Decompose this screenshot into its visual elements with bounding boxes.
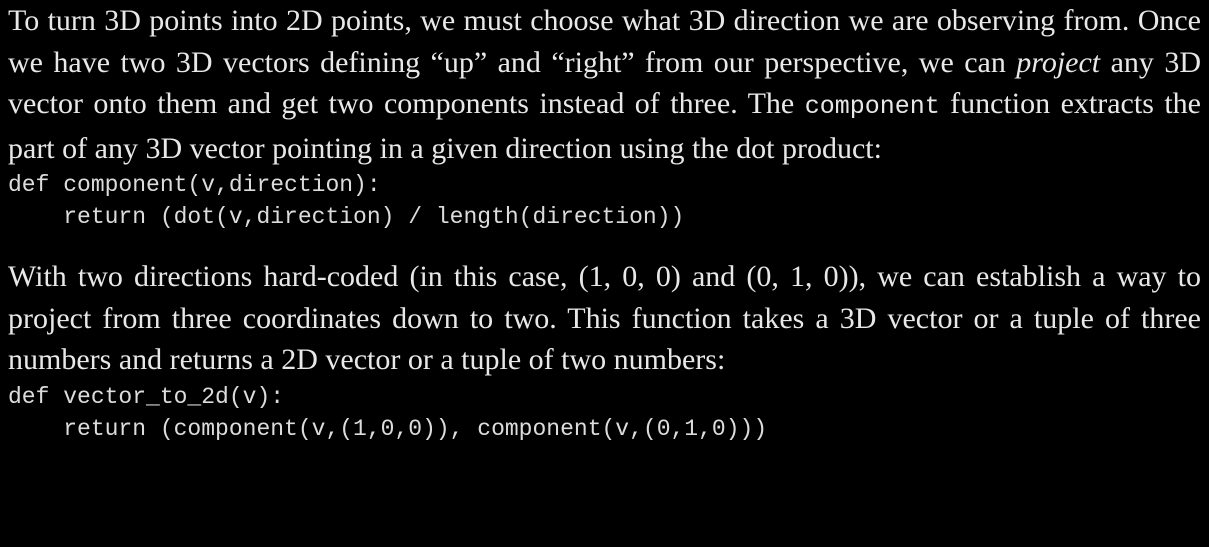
code-line: def component(v,direction): (8, 172, 381, 198)
inline-code-component: component (804, 92, 940, 121)
projection-paragraph: With two directions hard-coded (in this … (8, 260, 1201, 376)
code-line: return (dot(v,direction) / length(direct… (8, 204, 685, 230)
document-page: To turn 3D points into 2D points, we mus… (0, 0, 1209, 547)
code-line: return (component(v,(1,0,0)), component(… (8, 415, 768, 442)
intro-paragraph: To turn 3D points into 2D points, we mus… (8, 0, 1201, 169)
code-line: def vector_to_2d(v): (8, 383, 285, 410)
project-emphasis: project (1016, 45, 1101, 79)
code-block-component: def component(v,direction): return (dot(… (8, 169, 1201, 233)
code-block-vector-to-2d: def vector_to_2d(v): return (component(v… (8, 381, 1201, 445)
